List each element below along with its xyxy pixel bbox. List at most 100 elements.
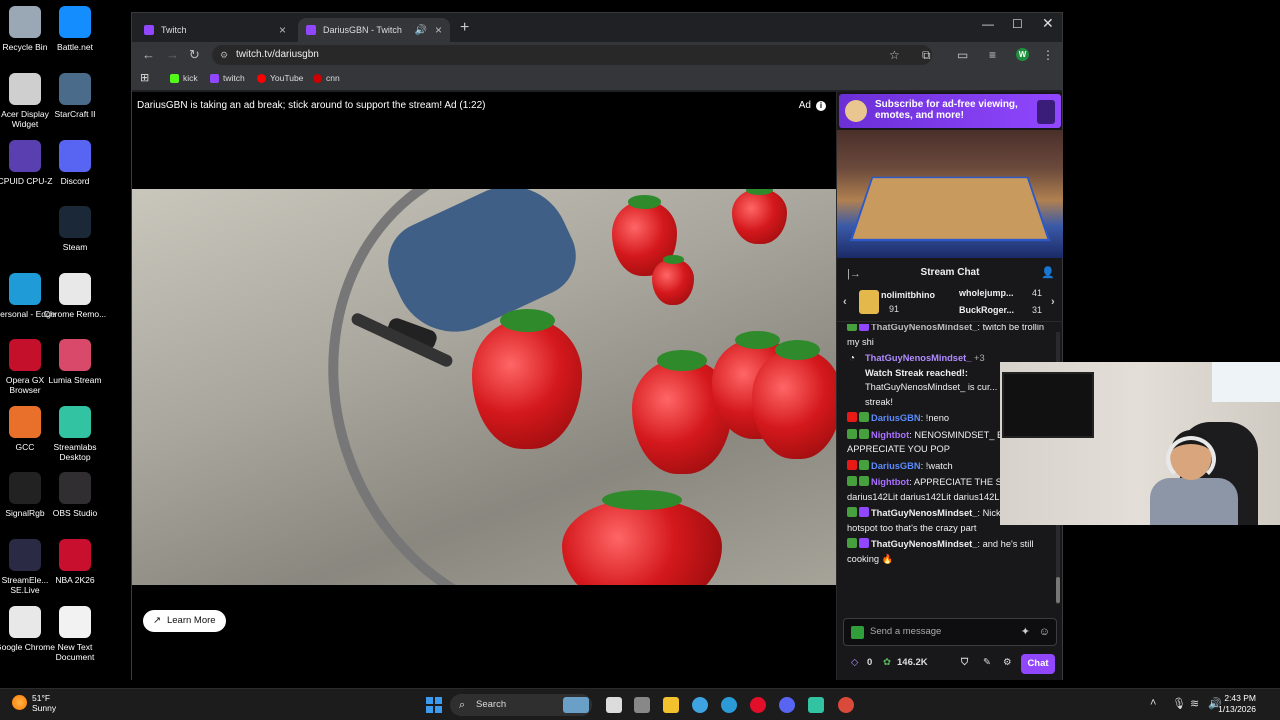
desktop-icon-lumia[interactable]: Lumia Stream [42,339,108,385]
app-taskbar-icon[interactable] [838,697,854,713]
desktop-icon-text-document[interactable]: New Text Document [42,606,108,662]
subscribe-promo-banner[interactable]: Subscribe for ad-free viewing, emotes, a… [839,94,1061,128]
ad-label[interactable]: Ad i [799,100,826,111]
site-info-icon[interactable]: ⚙ [220,45,228,65]
widgets-icon[interactable] [563,697,589,713]
video-player[interactable]: DariusGBN is taking an ad break; stick a… [132,92,836,680]
bot-badge-icon [859,428,869,439]
twitch-favicon-icon [144,25,154,35]
forward-icon[interactable]: → [166,47,179,62]
desktop-icon-steam[interactable]: Steam [42,206,108,252]
close-tab-icon[interactable]: × [279,23,286,37]
twitch-icon [210,73,219,83]
discord-taskbar-icon[interactable] [779,697,795,713]
desktop-icon-battlenet[interactable]: Battle.net [42,6,108,52]
bookmark-cnn[interactable]: cnn [313,73,340,83]
tab-dariusgbn[interactable]: DariusGBN - Twitch 🔊 × [298,18,450,42]
chat-scrollbar-thumb[interactable] [1056,577,1060,603]
broadcaster-badge-icon [847,459,857,470]
sub-badge-icon [847,538,857,548]
promo-art [1037,100,1055,124]
back-icon[interactable]: ← [142,47,155,62]
streamlabs-icon [59,406,91,438]
task-view-icon[interactable] [606,697,622,713]
edge-taskbar-icon[interactable] [721,697,737,713]
desktop-icon-starcraft[interactable]: StarCraft II [42,73,108,119]
collapse-chat-icon[interactable]: |→ [847,263,861,285]
microphone-icon[interactable]: 🎙 [1172,697,1186,710]
maximize-icon[interactable]: ☐ [1012,17,1023,31]
media-icon[interactable]: ≡ [989,48,996,62]
desktop-icon-chrome-remote[interactable]: Chrome Remo... [42,273,108,319]
extensions-icon[interactable]: ⧉ [922,48,931,63]
youtube-icon [257,73,266,83]
chat-send-button[interactable]: Chat [1021,654,1055,674]
external-link-icon: ↗ [153,615,161,626]
community-icon[interactable]: 👤 [1041,262,1055,284]
mini-stream-preview[interactable] [837,130,1063,258]
url-field[interactable]: ⚙ twitch.tv/dariusgbn [212,45,932,65]
new-tab-icon[interactable]: + [460,19,469,37]
chat-input[interactable]: Send a message ✦ ☺ [843,618,1057,646]
start-button[interactable] [426,697,442,713]
battlenet-icon [59,6,91,38]
chevron-right-icon[interactable]: › [1051,296,1055,308]
close-window-icon[interactable]: ✕ [1042,15,1054,32]
desktop-icon-obs[interactable]: OBS Studio [42,472,108,518]
bot-badge-icon [859,476,869,486]
streamer-person [1150,430,1238,525]
desktop-icon-streamlabs[interactable]: Streamlabs Desktop [42,406,108,462]
chat-footer: ◇ 0 ✿ 146.2K ⛉ ✎ ⚙ Chat [837,652,1063,676]
wifi-icon[interactable]: ≋ [1190,697,1199,710]
desktop-icon-label: New Text Document [55,642,95,662]
menu-icon[interactable]: ⋮ [1042,48,1054,62]
recycle-bin-icon [9,6,41,38]
chrome-icon [9,606,41,638]
minimize-icon[interactable]: — [982,17,994,31]
obs-icon [59,472,91,504]
cast-icon[interactable]: ▭ [957,48,968,62]
ad-break-text: DariusGBN is taking an ad break; stick a… [137,100,486,111]
learn-more-button[interactable]: ↗ Learn More [143,610,226,632]
chat-message: ThatGuyNenosMindset_: and he's still coo… [847,538,1034,564]
chat-identity-badge-icon[interactable] [851,626,864,639]
chevron-left-icon[interactable]: ‹ [843,296,847,308]
info-icon[interactable]: i [816,100,826,111]
close-tab-icon[interactable]: × [435,23,442,37]
opera-gx-icon [9,339,41,371]
emote-picker-icon[interactable]: ☺ [1039,619,1050,645]
file-explorer-icon[interactable] [663,697,679,713]
tab-twitch[interactable]: Twitch × [136,18,294,42]
sub-badge-icon [859,412,869,422]
mod-badge-icon [847,476,857,486]
shield-icon[interactable]: ⛉ [961,657,968,668]
settings-gear-icon[interactable]: ⚙ [1003,657,1012,668]
tray-overflow-icon[interactable]: ˄ [1150,697,1156,709]
bookmark-youtube[interactable]: YouTube [257,73,303,83]
reload-icon[interactable]: ↻ [189,47,200,63]
chrome-remote-icon [59,273,91,305]
streamlabs-taskbar-icon[interactable] [808,697,824,713]
desktop-icon-nba2k[interactable]: NBA 2K26 [42,539,108,585]
apps-icon[interactable]: ⊞ [140,71,149,84]
streamer-avatar [845,100,867,122]
chrome-taskbar-icon[interactable] [692,697,708,713]
desktop-icon-discord[interactable]: Discord [42,140,108,186]
desktop-icon-label: NBA 2K26 [55,575,95,585]
cannabis-points-icon[interactable]: ✿ [883,657,891,668]
weather-widget[interactable]: 51°F Sunny [12,693,56,713]
channel-points-icon[interactable]: ◇ [851,657,858,668]
speaker-icon[interactable]: 🔊 [415,25,427,36]
pencil-icon[interactable]: ✎ [983,657,991,668]
desktop-icon-label: OBS Studio [52,508,98,518]
desktop-icon-label: Battle.net [57,42,93,52]
bookmark-kick[interactable]: kick [170,73,198,83]
bookmark-star-icon[interactable]: ☆ [889,48,900,62]
desktop-app-icon[interactable] [634,697,650,713]
profile-avatar[interactable]: W [1016,48,1029,61]
opera-taskbar-icon[interactable] [750,697,766,713]
bookmark-twitch[interactable]: twitch [210,73,245,83]
desktop-icon-label: Steam [62,242,88,252]
clock[interactable]: 2:43 PM 1/13/2026 [1218,693,1256,715]
bits-icon[interactable]: ✦ [1021,619,1030,645]
